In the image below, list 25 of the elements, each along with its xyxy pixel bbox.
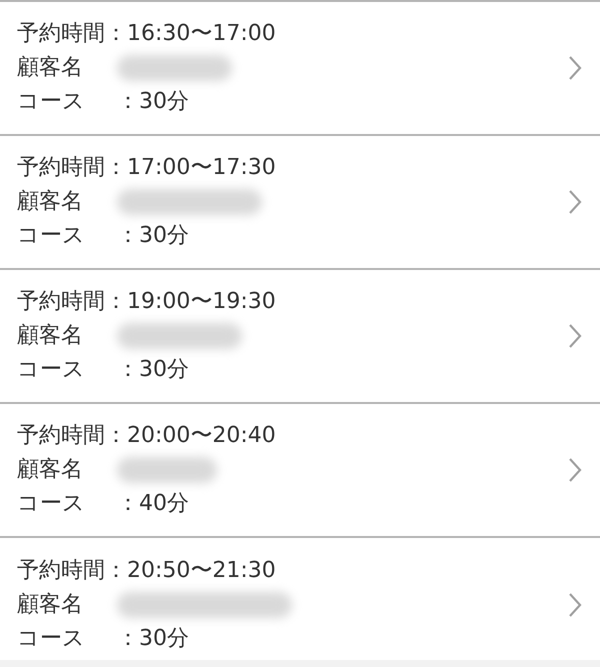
reservation-time: 予約時間：20:50〜21:30 bbox=[17, 557, 276, 585]
reservation-time: 予約時間：17:00〜17:30 bbox=[17, 154, 276, 182]
chevron-right-icon bbox=[568, 457, 582, 483]
chevron-right-icon bbox=[568, 189, 582, 215]
chevron-right-icon bbox=[568, 323, 582, 349]
reservation-time: 予約時間：20:00〜20:40 bbox=[17, 422, 276, 450]
customer-label: 顧客名 bbox=[17, 456, 84, 484]
customer-label: 顧客名 bbox=[17, 54, 84, 82]
customer-label: 顧客名 bbox=[17, 591, 84, 619]
course-label: コース bbox=[17, 490, 86, 518]
course-label: コース bbox=[17, 625, 86, 653]
customer-label: 顧客名 bbox=[17, 322, 84, 350]
chevron-right-icon bbox=[568, 592, 582, 618]
course-duration: ：40分 bbox=[117, 490, 189, 518]
course-duration: ：30分 bbox=[117, 222, 189, 250]
customer-label: 顧客名 bbox=[17, 188, 84, 216]
reservation-time: 予約時間：16:30〜17:00 bbox=[17, 20, 276, 48]
course-duration: ：30分 bbox=[117, 88, 189, 116]
course-label: コース bbox=[17, 88, 86, 116]
course-label: コース bbox=[17, 222, 86, 250]
course-duration: ：30分 bbox=[117, 356, 189, 384]
reservation-time: 予約時間：19:00〜19:30 bbox=[17, 288, 276, 316]
course-label: コース bbox=[17, 356, 86, 384]
course-duration: ：30分 bbox=[117, 625, 189, 653]
chevron-right-icon bbox=[568, 55, 582, 81]
